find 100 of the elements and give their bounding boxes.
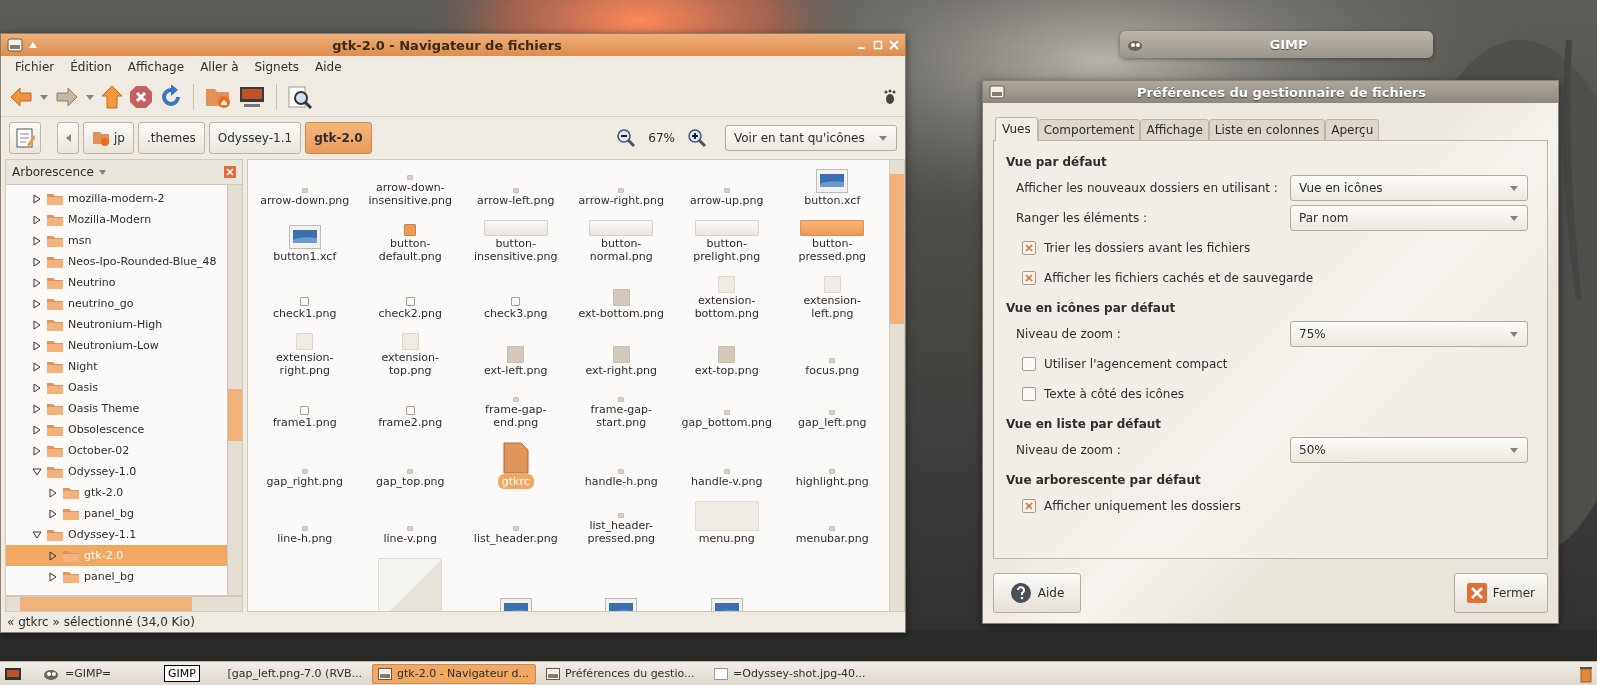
file-name[interactable]: ext-left.png bbox=[479, 363, 552, 378]
checkbox[interactable] bbox=[1022, 387, 1036, 401]
horizontal-scrollbar[interactable] bbox=[5, 596, 243, 612]
file-name[interactable]: frame1.png bbox=[268, 415, 341, 430]
file-name[interactable]: menubar.png bbox=[791, 531, 873, 546]
dropdown[interactable]: 75% bbox=[1290, 321, 1528, 347]
file-name[interactable]: button1.xcf bbox=[269, 249, 341, 264]
tree-item[interactable]: Neutronium-High bbox=[6, 314, 227, 335]
file-name[interactable]: check3.png bbox=[479, 306, 552, 321]
reload-icon[interactable] bbox=[159, 85, 183, 109]
sidebar-title[interactable]: Arborescence bbox=[12, 165, 94, 179]
tab[interactable]: Affichage bbox=[1140, 119, 1209, 141]
tree-item[interactable]: gtk-2.0 bbox=[6, 482, 227, 503]
file-name[interactable]: extension-bottom.png bbox=[674, 293, 780, 321]
taskbar-button[interactable]: gtk-2.0 - Navigateur d... bbox=[372, 663, 536, 684]
tree-item[interactable]: Night bbox=[6, 356, 227, 377]
tree-item[interactable]: Odyssey-1.0 bbox=[6, 461, 227, 482]
path-button[interactable]: gtk-2.0 bbox=[305, 122, 372, 154]
view-mode-dropdown[interactable]: Voir en tant qu'icônes bbox=[725, 125, 897, 151]
file-name[interactable]: extension-top.png bbox=[357, 350, 463, 378]
file-name[interactable]: line-v.png bbox=[379, 531, 442, 546]
file-name[interactable]: extension-left.png bbox=[779, 293, 885, 321]
tree-item[interactable]: Neutronium-Low bbox=[6, 335, 227, 356]
tree-item[interactable]: Oasis Theme bbox=[6, 398, 227, 419]
show-desktop-icon[interactable] bbox=[4, 665, 22, 682]
tree-item[interactable]: Odyssey-1.1 bbox=[6, 524, 227, 545]
file-name[interactable]: button-pressed.png bbox=[779, 236, 885, 264]
zoom-out-icon[interactable] bbox=[616, 128, 637, 148]
path-button[interactable]: Odyssey-1.1 bbox=[208, 122, 302, 154]
tree-item[interactable]: Mozilla-Modern bbox=[6, 209, 227, 230]
back-arrow-icon[interactable] bbox=[9, 86, 33, 108]
checkbox[interactable] bbox=[1022, 241, 1036, 255]
file-name[interactable]: line-h.png bbox=[273, 531, 337, 546]
file-name[interactable]: extension-right.png bbox=[252, 350, 358, 378]
forward-arrow-icon[interactable] bbox=[55, 86, 79, 108]
file-name[interactable]: frame-gap-start.png bbox=[568, 402, 674, 430]
trash-icon[interactable] bbox=[1579, 664, 1593, 683]
tree-item[interactable]: panel_bg bbox=[6, 503, 227, 524]
checkbox-label[interactable]: Afficher uniquement les dossiers bbox=[1044, 499, 1241, 513]
menu-item[interactable]: Édition bbox=[64, 58, 118, 76]
file-name[interactable]: arrow-left.png bbox=[473, 193, 559, 208]
zoom-in-icon[interactable] bbox=[687, 128, 707, 148]
file-name[interactable]: arrow-up.png bbox=[686, 193, 768, 208]
file-name[interactable]: ext-bottom.png bbox=[574, 306, 669, 321]
checkbox[interactable] bbox=[1022, 271, 1036, 285]
file-name[interactable]: button-insensitive.png bbox=[463, 236, 569, 264]
checkbox-label[interactable]: Afficher les fichiers cachés et de sauvegarde bbox=[1044, 271, 1314, 285]
file-name[interactable]: ext-right.png bbox=[581, 363, 662, 378]
scrollbar[interactable] bbox=[227, 185, 242, 595]
path-button[interactable]: .themes bbox=[137, 122, 205, 154]
checkbox[interactable] bbox=[1022, 357, 1036, 371]
tree-item[interactable]: Neos-Ipo-Rounded-Blue_48 bbox=[6, 251, 227, 272]
file-name[interactable]: button-normal.png bbox=[568, 236, 674, 264]
tree-item[interactable]: Obsolescence bbox=[6, 419, 227, 440]
file-name[interactable]: frame-gap-end.png bbox=[463, 402, 569, 430]
checkbox-label[interactable]: Trier les dossiers avant les fichiers bbox=[1044, 241, 1251, 255]
file-name[interactable]: gap_right.png bbox=[262, 474, 347, 489]
search-icon[interactable] bbox=[287, 85, 313, 109]
computer-icon[interactable] bbox=[238, 85, 266, 109]
close-icon[interactable] bbox=[224, 166, 236, 178]
tab[interactable]: Comportement bbox=[1037, 119, 1141, 141]
maximize-icon[interactable] bbox=[873, 40, 883, 50]
tab[interactable]: Liste en colonnes bbox=[1208, 119, 1326, 141]
file-name[interactable]: focus.png bbox=[801, 363, 864, 378]
edit-location-button[interactable] bbox=[9, 122, 41, 154]
menu-item[interactable]: Affichage bbox=[121, 58, 191, 76]
file-name[interactable]: button.xcf bbox=[800, 193, 865, 208]
file-name[interactable]: menu.png bbox=[694, 531, 759, 546]
file-name[interactable]: ext-top.png bbox=[690, 363, 763, 378]
dropdown[interactable]: 50% bbox=[1290, 437, 1528, 463]
file-name[interactable]: gap_top.png bbox=[371, 474, 449, 489]
file-name[interactable]: gap_bottom.png bbox=[677, 415, 776, 430]
taskbar-button[interactable]: =Odyssey-shot.jpg-40... bbox=[708, 663, 872, 684]
scroll-left-button[interactable] bbox=[57, 122, 79, 154]
tab[interactable]: Aperçu bbox=[1325, 119, 1380, 141]
file-name[interactable]: button-default.png bbox=[357, 236, 463, 264]
checkbox-label[interactable]: Utiliser l'agencement compact bbox=[1044, 357, 1228, 371]
up-arrow-icon[interactable] bbox=[101, 85, 123, 109]
tab[interactable]: Vues bbox=[995, 117, 1038, 141]
taskbar-button[interactable]: [gap_left.png-7.0 (RVB... bbox=[204, 663, 368, 684]
tree-item[interactable]: Neutrino bbox=[6, 272, 227, 293]
menu-item[interactable]: Signets bbox=[248, 58, 305, 76]
close-button[interactable]: Fermer bbox=[1453, 573, 1548, 613]
file-name[interactable]: list_header-pressed.png bbox=[568, 518, 674, 546]
file-name[interactable]: check2.png bbox=[374, 306, 447, 321]
tree-item[interactable]: msn bbox=[6, 230, 227, 251]
tree-item[interactable]: neutrino_go bbox=[6, 293, 227, 314]
menu-item[interactable]: Aller à bbox=[194, 58, 245, 76]
path-button[interactable]: jp bbox=[83, 122, 134, 154]
tree-item[interactable]: October-02 bbox=[6, 440, 227, 461]
file-name[interactable]: list_header.png bbox=[469, 531, 562, 546]
file-name[interactable]: button-prelight.png bbox=[674, 236, 780, 264]
file-name[interactable]: arrow-right.png bbox=[574, 193, 668, 208]
menu-item[interactable]: Aide bbox=[309, 58, 348, 76]
menu-item[interactable]: Fichier bbox=[9, 58, 61, 76]
file-name[interactable]: handle-h.png bbox=[580, 474, 662, 489]
file-name[interactable]: gap_left.png bbox=[794, 415, 871, 430]
stop-icon[interactable] bbox=[129, 85, 153, 109]
checkbox-label[interactable]: Texte à côté des icônes bbox=[1044, 387, 1185, 401]
sidebar-header[interactable]: Arborescence bbox=[5, 159, 243, 185]
